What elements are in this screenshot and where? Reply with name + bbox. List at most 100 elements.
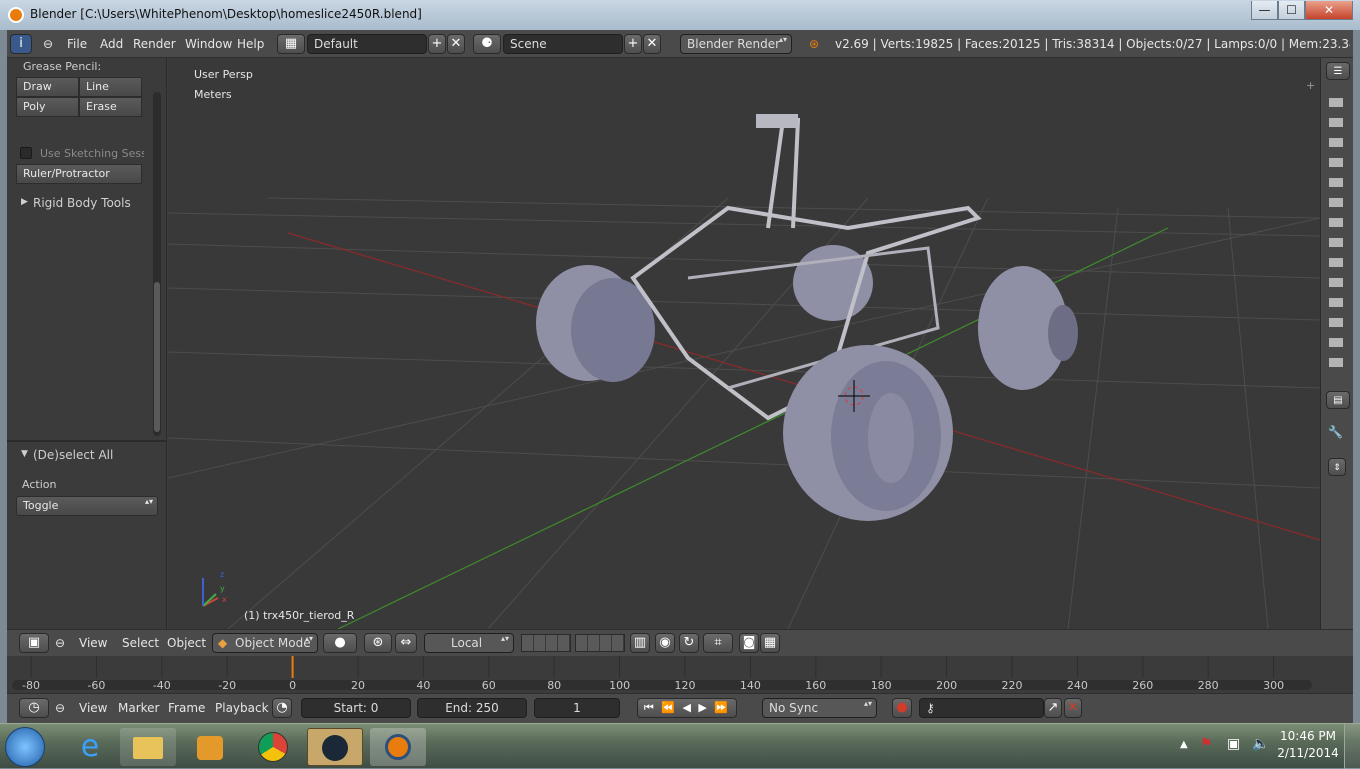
axis-z-label: z	[220, 570, 225, 579]
timeline-tick-label: 140	[740, 679, 761, 692]
timeline-tick-label: 280	[1198, 679, 1219, 692]
menu-playback[interactable]: Playback	[215, 701, 269, 715]
ruler-protractor-button[interactable]: Ruler/Protractor	[16, 164, 142, 184]
sync-mode-select[interactable]: No Sync	[762, 698, 877, 718]
grease-line-button[interactable]: Line	[79, 77, 142, 97]
manipulator-icon[interactable]: ⇔	[395, 633, 417, 653]
network-icon[interactable]: ▣	[1227, 736, 1240, 752]
start-button[interactable]	[5, 727, 45, 767]
close-button[interactable]: ✕	[1305, 1, 1353, 20]
current-frame-field[interactable]: 1	[534, 698, 620, 718]
screen-layout-field[interactable]: Default	[307, 34, 427, 54]
scene-stats: v2.69 | Verts:19825 | Faces:20125 | Tris…	[835, 37, 1350, 51]
transform-orientation-select[interactable]: Local	[424, 633, 514, 653]
start-frame-field[interactable]: Start: 0	[301, 698, 411, 718]
chrome-icon[interactable]	[245, 728, 301, 766]
editor-type-info-icon[interactable]: i	[10, 34, 32, 54]
keying-set-field[interactable]: ⚷	[919, 698, 1044, 718]
steam-icon[interactable]	[307, 728, 363, 766]
maximize-button[interactable]: ☐	[1278, 1, 1305, 20]
menu-frame[interactable]: Frame	[168, 701, 205, 715]
timeline-tick-label: 40	[416, 679, 430, 692]
timeline-tick-label: 300	[1263, 679, 1284, 692]
collapse-menu-icon[interactable]: ⊖	[43, 37, 53, 51]
properties-toggle-icon[interactable]: +	[1306, 79, 1315, 92]
screen-layout-icon[interactable]: ▦	[277, 34, 305, 54]
visibility-icons[interactable]	[1329, 98, 1343, 368]
menu-marker[interactable]: Marker	[118, 701, 159, 715]
menu-view[interactable]: View	[79, 636, 107, 650]
menu-help[interactable]: Help	[237, 37, 264, 51]
add-scene-button[interactable]: +	[624, 34, 642, 54]
playback-controls[interactable]: ⏮ ⏪ ◀ ▶ ⏩ ⏭	[637, 698, 737, 732]
3d-viewport[interactable]: User Persp Meters z y x (1) trx450r_tier…	[168, 58, 1320, 629]
internet-explorer-icon[interactable]: e	[62, 728, 118, 766]
layers-grid-1[interactable]	[521, 634, 571, 652]
collapse-menu-icon-2[interactable]: ⊖	[55, 636, 65, 650]
mode-select[interactable]: Object Mode	[212, 633, 318, 653]
windows-taskbar: e ▲ ⚑ ▣ 🔈 10:46 PM 2/11/2014	[0, 723, 1360, 769]
lock-layers-icon[interactable]: ▥	[630, 633, 650, 653]
rigid-body-tools-panel[interactable]: Rigid Body Tools	[33, 196, 131, 210]
blender-taskbar-icon[interactable]	[370, 728, 426, 766]
grease-poly-button[interactable]: Poly	[16, 97, 79, 117]
insert-keyframe-icon[interactable]: ↗	[1044, 698, 1062, 718]
timeline-tick-label: 20	[351, 679, 365, 692]
collapse-arrow-icon[interactable]: ▼	[21, 449, 28, 459]
atv-model	[536, 114, 1078, 521]
add-screen-button[interactable]: +	[428, 34, 446, 54]
collapse-menu-icon-3[interactable]: ⊖	[55, 701, 65, 715]
context-select-icon[interactable]: ⇕	[1328, 458, 1346, 476]
menu-add[interactable]: Add	[100, 37, 123, 51]
scene-icon[interactable]: ⚈	[473, 34, 501, 54]
preview-range-icon[interactable]: ◔	[272, 698, 292, 718]
action-select[interactable]: Toggle	[16, 496, 158, 516]
properties-editor-icon[interactable]: ▤	[1326, 391, 1350, 409]
render-engine-select[interactable]: Blender Render	[680, 34, 792, 54]
render-animation-icon[interactable]: ▦	[760, 633, 780, 653]
menu-select[interactable]: Select	[122, 636, 159, 650]
remove-scene-button[interactable]: ✕	[643, 34, 661, 54]
end-frame-field[interactable]: End: 250	[417, 698, 527, 718]
menu-render[interactable]: Render	[133, 37, 176, 51]
record-button[interactable]: ●	[892, 698, 912, 718]
pivot-point-icon[interactable]: ⊛	[364, 633, 392, 653]
timeline-tick-label: 240	[1067, 679, 1088, 692]
editor-type-timeline-icon[interactable]: ◷	[19, 698, 49, 718]
grease-draw-button[interactable]: Draw	[16, 77, 79, 97]
show-hidden-icons[interactable]: ▲	[1180, 739, 1188, 750]
render-image-icon[interactable]: ◙	[739, 633, 759, 653]
clock[interactable]: 10:46 PM 2/11/2014	[1276, 728, 1340, 762]
snap-icon[interactable]: ⌗	[703, 633, 733, 653]
timeline-header: ◷ ⊖ View Marker Frame Playback ◔ Start: …	[7, 693, 1353, 732]
media-player-icon[interactable]	[183, 728, 239, 766]
outliner-icon[interactable]: ☰	[1326, 62, 1350, 80]
proportional-edit-icon[interactable]: ◉	[655, 633, 675, 653]
timeline[interactable]: -80 -60 -40 -20 0 20 40 60 80 100 120 140 160 180 200 2…	[7, 656, 1353, 693]
wrench-icon[interactable]: 🔧	[1328, 425, 1343, 439]
use-sketching-checkbox[interactable]	[20, 147, 32, 159]
window-titlebar: Blender [C:\Users\WhitePhenom\Desktop\ho…	[0, 0, 1360, 30]
expand-arrow-icon[interactable]: ▶	[21, 197, 28, 207]
clock-time: 10:46 PM	[1280, 729, 1336, 743]
file-explorer-icon[interactable]	[120, 728, 176, 766]
operator-title: (De)select All	[33, 448, 114, 462]
tool-shelf-scrollbar[interactable]	[153, 92, 161, 436]
grease-erase-button[interactable]: Erase	[79, 97, 142, 117]
menu-window[interactable]: Window	[185, 37, 232, 51]
minimize-button[interactable]: —	[1251, 1, 1278, 20]
action-center-icon[interactable]: ⚑	[1200, 736, 1213, 752]
menu-object[interactable]: Object	[167, 636, 206, 650]
delete-keyframe-icon[interactable]: ✕	[1064, 698, 1082, 718]
editor-type-3dview-icon[interactable]: ▣	[19, 633, 49, 653]
menu-view-timeline[interactable]: View	[79, 701, 107, 715]
menu-file[interactable]: File	[67, 37, 87, 51]
show-desktop-button[interactable]	[1344, 724, 1360, 769]
remove-screen-button[interactable]: ✕	[447, 34, 465, 54]
layers-grid-2[interactable]	[575, 634, 625, 652]
falloff-icon[interactable]: ↻	[679, 633, 699, 653]
timeline-tick-label: -40	[153, 679, 171, 692]
scene-field[interactable]: Scene	[503, 34, 623, 54]
viewport-shading-icon[interactable]: ●	[323, 633, 357, 653]
volume-icon[interactable]: 🔈	[1252, 736, 1269, 752]
